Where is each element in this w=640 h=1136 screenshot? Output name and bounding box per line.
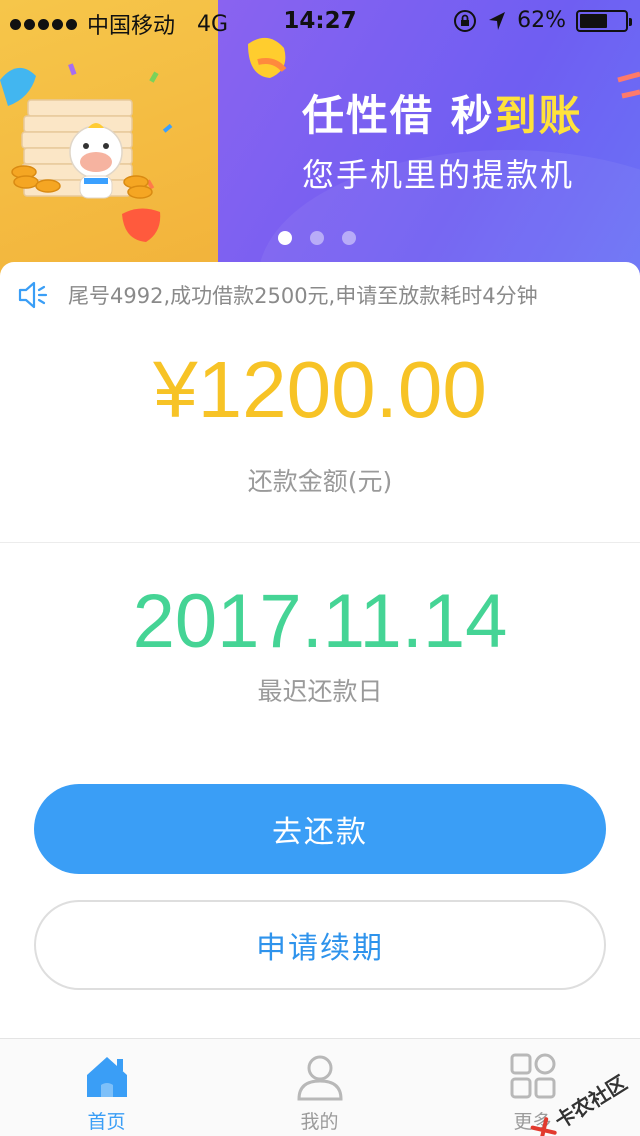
battery-icon xyxy=(576,9,632,32)
home-icon xyxy=(86,1057,127,1097)
repayment-amount-label: 还款金额(元) xyxy=(247,467,393,496)
due-date: 2017.11.14 xyxy=(132,579,508,664)
battery-percent: 62% xyxy=(517,8,566,33)
banner-slide xyxy=(218,0,640,290)
tab-home-label: 首页 xyxy=(87,1111,126,1133)
status-bar: 中国移动 4G 14:27 62% xyxy=(0,0,640,40)
carousel-dot[interactable] xyxy=(310,231,324,245)
grid-icon xyxy=(510,1053,555,1099)
speaker-icon xyxy=(18,281,48,309)
repay-button[interactable]: 去还款 xyxy=(34,784,606,874)
promo-banner[interactable]: 任性借 秒到账 您手机里的提款机 xyxy=(0,0,640,290)
banner-title-highlight: 到账 xyxy=(494,91,583,140)
carousel-dot[interactable] xyxy=(342,231,356,245)
divider xyxy=(0,542,640,543)
tab-home[interactable]: 首页 xyxy=(0,1039,213,1136)
banner-title-main: 任性借 秒 xyxy=(302,91,495,140)
due-date-label: 最迟还款日 xyxy=(257,677,383,706)
user-icon xyxy=(296,1055,343,1101)
banner-illustration xyxy=(0,0,218,290)
orientation-lock-icon xyxy=(454,9,477,32)
carousel-indicator xyxy=(278,231,356,245)
notice-text: 尾号4992,成功借款2500元,申请至放款耗时4分钟 xyxy=(68,284,538,308)
location-arrow-icon xyxy=(489,11,506,30)
banner-title: 任性借 秒到账 xyxy=(302,82,583,143)
notice-ticker: 尾号4992,成功借款2500元,申请至放款耗时4分钟 xyxy=(18,280,538,310)
repayment-amount: ¥1200.00 xyxy=(153,345,487,434)
banner-subtitle: 您手机里的提款机 xyxy=(302,156,575,194)
tab-mine-label: 我的 xyxy=(300,1111,339,1133)
carousel-dot[interactable] xyxy=(278,231,292,245)
extend-loan-button[interactable]: 申请续期 xyxy=(34,900,606,990)
repayment-card: 尾号4992,成功借款2500元,申请至放款耗时4分钟 ¥1200.00 还款金… xyxy=(0,262,640,1040)
tab-mine[interactable]: 我的 xyxy=(213,1039,426,1136)
